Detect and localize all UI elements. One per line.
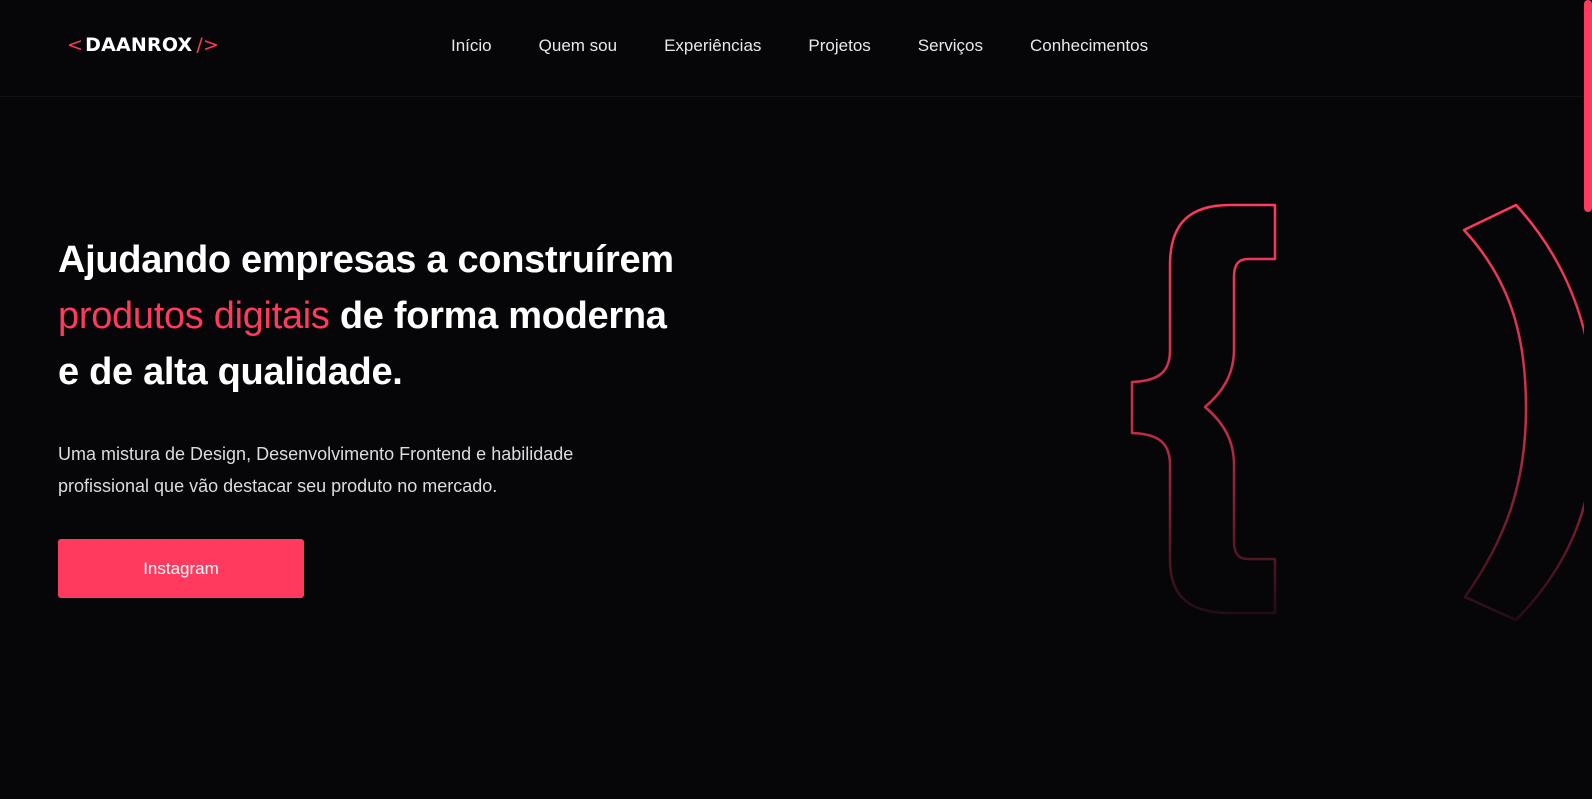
nav-item-servicos[interactable]: Serviços: [918, 36, 983, 56]
hero-subtitle: Uma mistura de Design, Desenvolvimento F…: [58, 444, 574, 496]
hero-title-line1: Ajudando empresas a construírem: [58, 239, 674, 281]
nav-item-experiencias[interactable]: Experiências: [664, 36, 761, 56]
instagram-button[interactable]: Instagram: [58, 539, 304, 598]
logo-text: DAANROX: [85, 34, 193, 56]
hero-title-rest: de forma moderna: [329, 295, 667, 337]
logo[interactable]: < DAANROX />: [67, 34, 219, 56]
scrollbar-thumb[interactable]: [1584, 0, 1592, 212]
hero-title: Ajudando empresas a construírem produtos…: [58, 232, 758, 400]
right-parenthesis-shape: [1462, 203, 1592, 622]
nav-item-conhecimentos[interactable]: Conhecimentos: [1030, 36, 1148, 56]
nav-item-projetos[interactable]: Projetos: [808, 36, 870, 56]
scrollbar[interactable]: [1584, 0, 1592, 799]
nav-item-inicio[interactable]: Início: [451, 36, 492, 56]
page: < DAANROX /> Início Quem sou Experiência…: [0, 0, 1592, 799]
main-nav: Início Quem sou Experiências Projetos Se…: [451, 36, 1195, 56]
nav-item-quem-sou[interactable]: Quem sou: [539, 36, 617, 56]
left-curly-brace-shape: [1130, 203, 1277, 615]
hero-title-line3: e de alta qualidade.: [58, 351, 403, 393]
logo-open-bracket: <: [67, 34, 84, 56]
top-header: < DAANROX /> Início Quem sou Experiência…: [0, 0, 1592, 97]
hero-title-accent: produtos digitais: [58, 295, 330, 337]
logo-close-bracket: />: [196, 34, 220, 56]
code-braces-icon: [1130, 203, 1592, 622]
